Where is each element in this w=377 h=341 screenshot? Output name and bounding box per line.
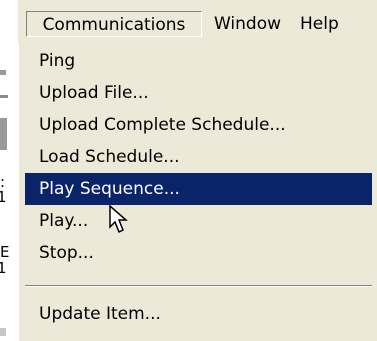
menu-window[interactable]: Window — [208, 11, 287, 37]
background-fragment — [0, 118, 7, 150]
background-text-fragment: 1 — [0, 259, 7, 277]
screenshot-stage: : 1 E 1 Communications Window Help Ping … — [0, 0, 377, 341]
menu-item-ping[interactable]: Ping — [25, 45, 372, 77]
menu-item-upload-complete-schedule[interactable]: Upload Complete Schedule... — [25, 109, 372, 141]
background-fragment — [0, 70, 6, 75]
menu-separator — [25, 285, 372, 287]
menu-item-play-sequence[interactable]: Play Sequence... — [25, 173, 372, 205]
menu-item-stop[interactable]: Stop... — [25, 237, 372, 269]
menu-help[interactable]: Help — [294, 11, 345, 37]
menu-bar: Communications Window Help — [18, 0, 377, 44]
background-fragment — [0, 328, 6, 336]
background-text-fragment: 1 — [0, 188, 7, 206]
menu-item-play[interactable]: Play... — [25, 205, 372, 237]
background-fragment — [0, 95, 8, 98]
menu-item-load-schedule[interactable]: Load Schedule... — [25, 141, 372, 173]
menu-item-upload-file[interactable]: Upload File... — [25, 77, 372, 109]
menu-communications[interactable]: Communications — [26, 11, 202, 37]
arrow-pointer-icon — [109, 205, 128, 234]
communications-dropdown: Ping Upload File... Upload Complete Sche… — [18, 44, 377, 341]
background-text-fragment: E — [0, 243, 10, 261]
menu-item-update-item[interactable]: Update Item... — [25, 298, 372, 330]
